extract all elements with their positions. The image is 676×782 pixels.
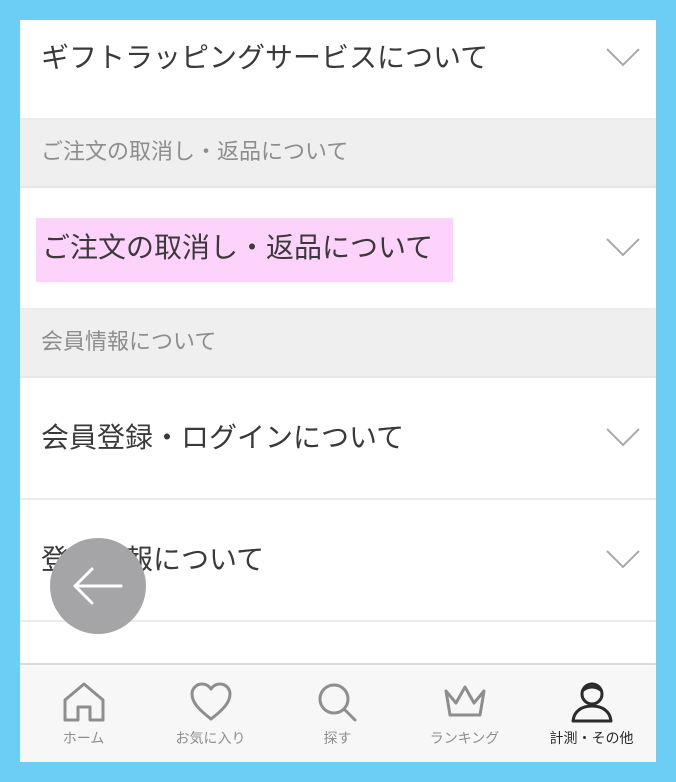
section-header-label: ご注文の取消し・返品について <box>41 140 349 165</box>
bottom-tab-bar: ホーム お気に入り 探す ランキング 計測・その他 <box>20 663 656 762</box>
chevron-down-icon <box>606 428 640 447</box>
chevron-down-icon <box>606 48 640 67</box>
tab-label: 計測・その他 <box>549 731 634 747</box>
faq-item-gift-wrapping[interactable]: ギフトラッピングサービスについて <box>20 20 656 120</box>
back-button[interactable] <box>50 538 146 634</box>
faq-item-label: ご注文の取消し・返品について <box>36 218 454 282</box>
tab-ranking[interactable]: ランキング <box>401 665 528 762</box>
chevron-down-icon <box>606 238 640 257</box>
tab-label: ホーム <box>62 731 105 747</box>
user-icon <box>571 682 612 723</box>
tab-home[interactable]: ホーム <box>20 665 147 762</box>
home-icon <box>63 682 104 722</box>
tab-label: お気に入り <box>175 731 246 747</box>
faq-item-cancel-return[interactable]: ご注文の取消し・返品について <box>20 188 656 310</box>
chevron-down-icon <box>606 550 640 569</box>
screen: ギフトラッピングサービスについて ご注文の取消し・返品について ご注文の取消し・… <box>20 20 656 762</box>
tab-other[interactable]: 計測・その他 <box>528 665 655 762</box>
crown-icon <box>444 685 485 717</box>
heart-icon <box>190 682 231 721</box>
faq-item-member-login[interactable]: 会員登録・ログインについて <box>20 378 656 500</box>
tab-search[interactable]: 探す <box>274 665 401 762</box>
search-icon <box>318 683 356 722</box>
section-header-cancel-return: ご注文の取消し・返品について <box>20 120 656 188</box>
tab-label: 探す <box>323 731 352 747</box>
section-header-member-info: 会員情報について <box>20 310 656 378</box>
faq-item-label: 会員登録・ログインについて <box>41 421 405 454</box>
tab-label: ランキング <box>429 731 500 747</box>
section-header-label: 会員情報について <box>41 330 217 355</box>
faq-item-label: ギフトラッピングサービスについて <box>41 41 489 74</box>
arrow-left-icon <box>73 567 123 605</box>
tab-favorites[interactable]: お気に入り <box>147 665 274 762</box>
